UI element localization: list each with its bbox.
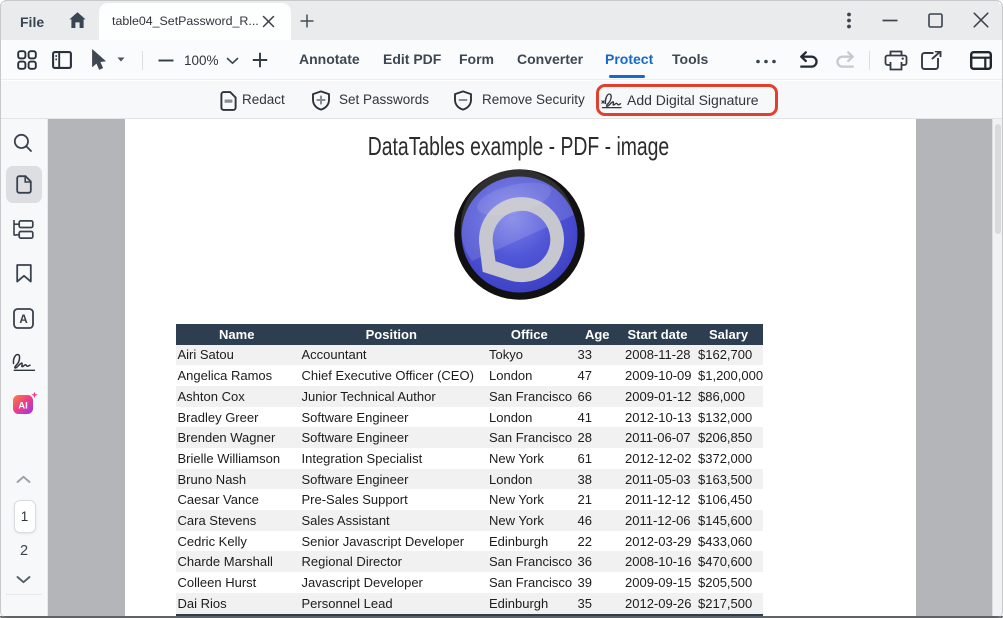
svg-text:AI: AI: [18, 401, 28, 412]
svg-text:A: A: [19, 314, 27, 326]
